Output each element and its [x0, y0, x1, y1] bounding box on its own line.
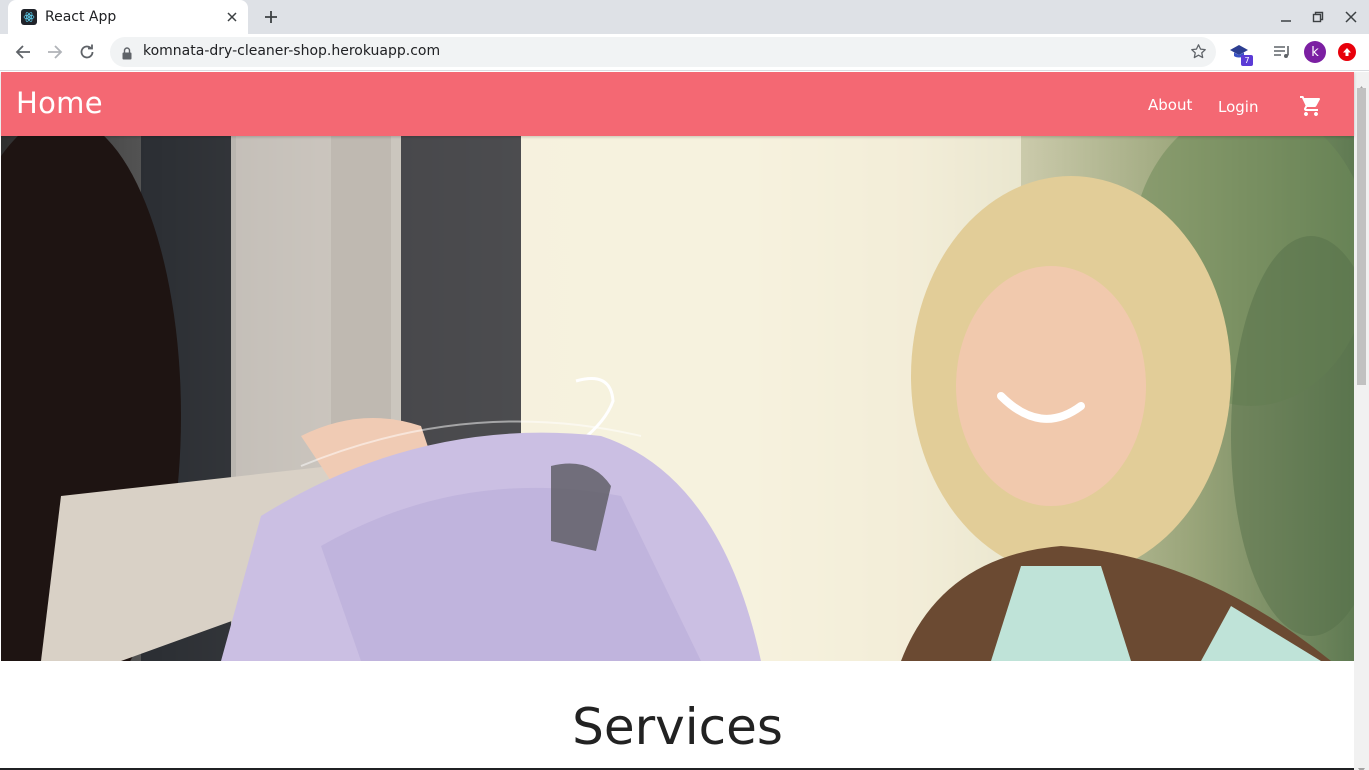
page-scrollbar[interactable] — [1354, 72, 1369, 770]
nav-link-about[interactable]: About — [1148, 96, 1192, 114]
plus-icon[interactable] — [259, 5, 283, 29]
hero-image — [1, 136, 1354, 661]
brand-home-link[interactable]: Home — [16, 86, 103, 120]
browser-tab[interactable]: React App — [8, 0, 248, 34]
extension-badge: 7 — [1241, 55, 1253, 66]
scrollbar-thumb[interactable] — [1357, 88, 1366, 385]
update-icon[interactable] — [1338, 43, 1356, 61]
media-queue-icon[interactable] — [1270, 40, 1294, 64]
extension-icon[interactable]: 7 — [1227, 40, 1253, 66]
forward-arrow-icon[interactable] — [43, 40, 67, 64]
services-heading: Services — [572, 698, 783, 756]
lock-icon[interactable] — [122, 45, 132, 64]
page-viewport: Home About Login Services — [0, 72, 1369, 770]
close-icon[interactable] — [1340, 6, 1362, 28]
app-navbar: Home About Login — [1, 72, 1354, 136]
browser-tabstrip: React App — [0, 0, 1369, 34]
shopping-cart-icon[interactable] — [1299, 94, 1323, 122]
address-bar[interactable]: komnata-dry-cleaner-shop.herokuapp.com — [110, 37, 1216, 67]
url-text[interactable]: komnata-dry-cleaner-shop.herokuapp.com — [143, 43, 440, 59]
bookmark-star-icon[interactable] — [1190, 43, 1207, 64]
scroll-down-arrow-icon[interactable] — [1358, 758, 1365, 770]
profile-avatar[interactable]: k — [1304, 41, 1326, 63]
tab-title: React App — [45, 9, 117, 25]
minimize-icon[interactable] — [1275, 6, 1297, 28]
nav-link-login[interactable]: Login — [1218, 98, 1258, 116]
react-logo-icon — [21, 9, 37, 25]
back-arrow-icon[interactable] — [11, 40, 35, 64]
tab-close-icon[interactable] — [224, 9, 240, 25]
browser-toolbar: komnata-dry-cleaner-shop.herokuapp.com 7… — [0, 34, 1369, 71]
reload-icon[interactable] — [75, 40, 99, 64]
page-content: Home About Login Services — [1, 72, 1354, 770]
restore-icon[interactable] — [1307, 6, 1329, 28]
